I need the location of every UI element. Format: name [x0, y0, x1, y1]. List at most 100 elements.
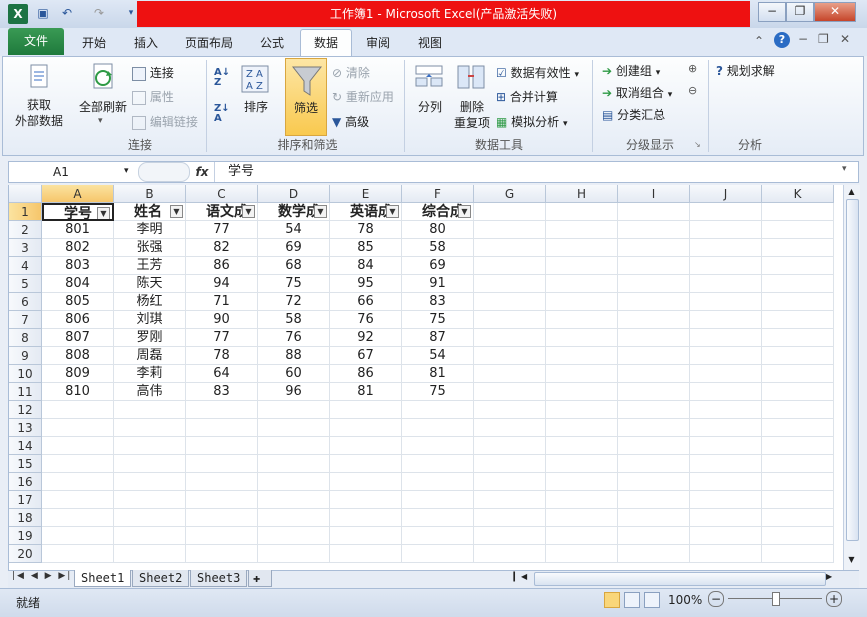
get-external-data-label-1[interactable]: 获取 — [14, 96, 64, 113]
table-cell[interactable]: 76 — [330, 311, 402, 329]
insert-sheet-icon[interactable]: ✚ — [248, 570, 272, 587]
empty-cell[interactable] — [690, 239, 762, 257]
table-cell[interactable]: 75 — [402, 383, 474, 401]
empty-cell[interactable] — [258, 527, 330, 545]
empty-cell[interactable] — [690, 437, 762, 455]
row-header[interactable]: 19 — [9, 527, 42, 545]
filter-dropdown-icon[interactable]: ▼ — [97, 207, 110, 219]
empty-cell[interactable] — [330, 545, 402, 563]
column-header[interactable]: C — [186, 185, 258, 203]
empty-cell[interactable] — [618, 257, 690, 275]
empty-cell[interactable] — [618, 473, 690, 491]
tab-page-layout[interactable]: 页面布局 — [178, 32, 240, 54]
table-cell[interactable]: 92 — [330, 329, 402, 347]
table-cell[interactable]: 周磊 — [114, 347, 186, 365]
empty-cell[interactable] — [186, 509, 258, 527]
row-header[interactable]: 8 — [9, 329, 42, 347]
empty-cell[interactable] — [546, 401, 618, 419]
row-header[interactable]: 20 — [9, 545, 42, 563]
clear-filter-button[interactable]: ⊘ 清除 — [332, 64, 370, 81]
table-cell[interactable]: 71 — [186, 293, 258, 311]
empty-cell[interactable] — [618, 347, 690, 365]
row-header[interactable]: 4 — [9, 257, 42, 275]
empty-cell[interactable] — [114, 527, 186, 545]
empty-cell[interactable] — [474, 473, 546, 491]
insert-function-icon[interactable]: fx — [192, 162, 212, 182]
sheet-nav-arrows-icon[interactable]: |◀ ◀ ▶ ▶| — [12, 571, 72, 581]
empty-cell[interactable] — [114, 509, 186, 527]
table-cell[interactable]: 66 — [330, 293, 402, 311]
empty-cell[interactable] — [330, 437, 402, 455]
row-header[interactable]: 10 — [9, 365, 42, 383]
sort-button[interactable]: 排序 — [240, 98, 272, 115]
zoom-in-icon[interactable]: + — [826, 591, 842, 607]
empty-cell[interactable] — [258, 491, 330, 509]
empty-cell[interactable] — [186, 473, 258, 491]
empty-cell[interactable] — [402, 473, 474, 491]
empty-cell[interactable] — [474, 275, 546, 293]
empty-cell[interactable] — [258, 473, 330, 491]
sheet-tab-sheet2[interactable]: Sheet2 — [132, 570, 190, 587]
empty-cell[interactable] — [474, 347, 546, 365]
empty-cell[interactable] — [690, 203, 762, 221]
row-header[interactable]: 18 — [9, 509, 42, 527]
tab-file[interactable]: 文件 — [8, 28, 64, 55]
tab-view[interactable]: 视图 — [408, 32, 452, 54]
empty-cell[interactable] — [42, 527, 114, 545]
column-header[interactable]: K — [762, 185, 834, 203]
scroll-down-arrow-icon[interactable]: ▼ — [845, 555, 858, 565]
table-cell[interactable]: 84 — [330, 257, 402, 275]
undo-icon[interactable]: ↶ — [58, 4, 76, 22]
empty-cell[interactable] — [690, 311, 762, 329]
table-cell[interactable]: 李莉 — [114, 365, 186, 383]
row-header[interactable]: 9 — [9, 347, 42, 365]
table-cell[interactable]: 75 — [258, 275, 330, 293]
empty-cell[interactable] — [474, 365, 546, 383]
text-to-columns-button[interactable]: 分列 — [414, 98, 446, 115]
sort-az-icon[interactable]: A↓ Z — [214, 68, 234, 90]
empty-cell[interactable] — [402, 455, 474, 473]
empty-cell[interactable] — [42, 545, 114, 563]
excel-logo-icon[interactable]: X — [8, 4, 28, 24]
empty-cell[interactable] — [762, 437, 834, 455]
empty-cell[interactable] — [546, 455, 618, 473]
empty-cell[interactable] — [762, 221, 834, 239]
table-cell[interactable]: 802 — [42, 239, 114, 257]
empty-cell[interactable] — [690, 545, 762, 563]
empty-cell[interactable] — [474, 491, 546, 509]
empty-cell[interactable] — [474, 257, 546, 275]
scroll-right-arrow-icon[interactable]: ▶ — [826, 572, 832, 581]
row-header[interactable]: 14 — [9, 437, 42, 455]
empty-cell[interactable] — [546, 221, 618, 239]
table-cell[interactable]: 94 — [186, 275, 258, 293]
empty-cell[interactable] — [546, 491, 618, 509]
empty-cell[interactable] — [690, 275, 762, 293]
empty-cell[interactable] — [546, 545, 618, 563]
table-cell[interactable]: 807 — [42, 329, 114, 347]
empty-cell[interactable] — [186, 419, 258, 437]
empty-cell[interactable] — [618, 275, 690, 293]
empty-cell[interactable] — [690, 293, 762, 311]
empty-cell[interactable] — [762, 275, 834, 293]
table-cell[interactable]: 64 — [186, 365, 258, 383]
table-cell[interactable]: 杨红 — [114, 293, 186, 311]
empty-cell[interactable] — [114, 473, 186, 491]
empty-cell[interactable] — [762, 509, 834, 527]
empty-cell[interactable] — [258, 545, 330, 563]
row-header[interactable]: 15 — [9, 455, 42, 473]
formula-input[interactable]: 学号 — [228, 162, 254, 182]
empty-cell[interactable] — [690, 401, 762, 419]
doc-close-icon[interactable]: ✕ — [840, 32, 850, 46]
empty-cell[interactable] — [690, 455, 762, 473]
empty-cell[interactable] — [330, 491, 402, 509]
empty-cell[interactable] — [474, 311, 546, 329]
tab-formulas[interactable]: 公式 — [250, 32, 294, 54]
sort-icon[interactable]: Z AA Z — [240, 64, 270, 94]
row-header[interactable]: 12 — [9, 401, 42, 419]
empty-cell[interactable] — [762, 347, 834, 365]
empty-cell[interactable] — [42, 491, 114, 509]
empty-cell[interactable] — [474, 545, 546, 563]
header-cell[interactable]: 语文成 ▼ — [186, 203, 258, 221]
data-validation-button[interactable]: ☑ 数据有效性 ▾ — [496, 64, 579, 81]
empty-cell[interactable] — [690, 527, 762, 545]
